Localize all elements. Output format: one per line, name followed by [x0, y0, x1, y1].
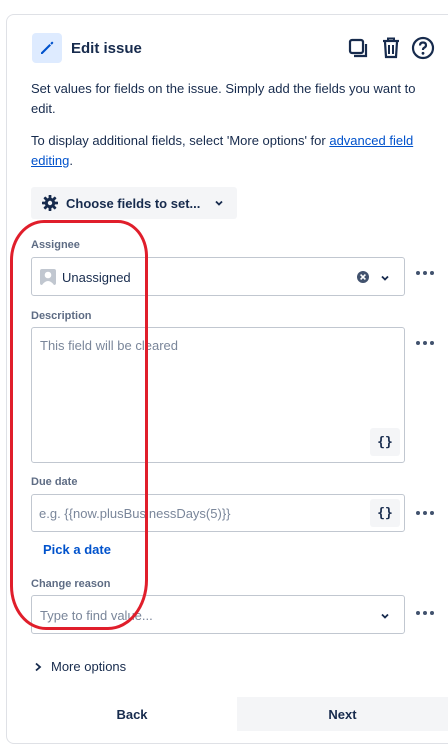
- clear-icon[interactable]: [356, 270, 370, 284]
- help-icon[interactable]: [410, 35, 436, 61]
- choose-fields-label: Choose fields to set...: [66, 195, 201, 211]
- copy-icon[interactable]: [345, 35, 371, 61]
- back-button[interactable]: Back: [30, 697, 234, 731]
- change-reason-more-icon[interactable]: [414, 606, 436, 620]
- avatar: [40, 269, 56, 285]
- assignee-select[interactable]: Unassigned: [31, 257, 405, 296]
- due-date-more-icon[interactable]: [414, 506, 436, 520]
- assignee-value: Unassigned: [62, 270, 131, 285]
- due-date-input[interactable]: e.g. {{now.plusBusinessDays(5)}} {}: [31, 494, 405, 532]
- due-date-placeholder: e.g. {{now.plusBusinessDays(5)}}: [39, 506, 231, 521]
- next-button[interactable]: Next: [237, 697, 448, 731]
- assignee-more-icon[interactable]: [414, 266, 436, 280]
- due-date-label: Due date: [31, 476, 78, 488]
- intro-text: Set values for fields on the issue. Simp…: [31, 81, 416, 116]
- gear-icon: [42, 195, 58, 211]
- more-options-label: More options: [51, 659, 127, 674]
- chevron-down-icon[interactable]: [379, 271, 391, 289]
- chevron-down-icon[interactable]: [379, 609, 391, 627]
- more-options-toggle[interactable]: More options: [33, 659, 126, 674]
- smart-value-button[interactable]: {}: [370, 428, 400, 456]
- smart-value-button[interactable]: {}: [370, 499, 400, 527]
- advanced-hint: To display additional fields, select 'Mo…: [31, 131, 427, 171]
- pencil-icon: [32, 33, 62, 63]
- chevron-down-icon: [215, 200, 223, 206]
- choose-fields-button[interactable]: Choose fields to set...: [31, 187, 237, 219]
- page-title: Edit issue: [71, 40, 142, 57]
- change-reason-placeholder: Type to find value...: [40, 608, 153, 623]
- advanced-hint-text: To display additional fields, select 'Mo…: [31, 133, 330, 148]
- trash-icon[interactable]: [378, 35, 404, 61]
- description-more-icon[interactable]: [414, 336, 436, 350]
- change-reason-select[interactable]: Type to find value...: [31, 595, 405, 634]
- change-reason-label: Change reason: [31, 578, 111, 590]
- description-placeholder: This field will be cleared: [40, 338, 179, 353]
- assignee-label: Assignee: [31, 239, 80, 251]
- description-label: Description: [31, 310, 92, 322]
- chevron-right-icon: [35, 662, 42, 671]
- pick-a-date-link[interactable]: Pick a date: [43, 542, 111, 557]
- description-textarea[interactable]: This field will be cleared {}: [31, 327, 405, 463]
- advanced-hint-period: .: [69, 153, 73, 168]
